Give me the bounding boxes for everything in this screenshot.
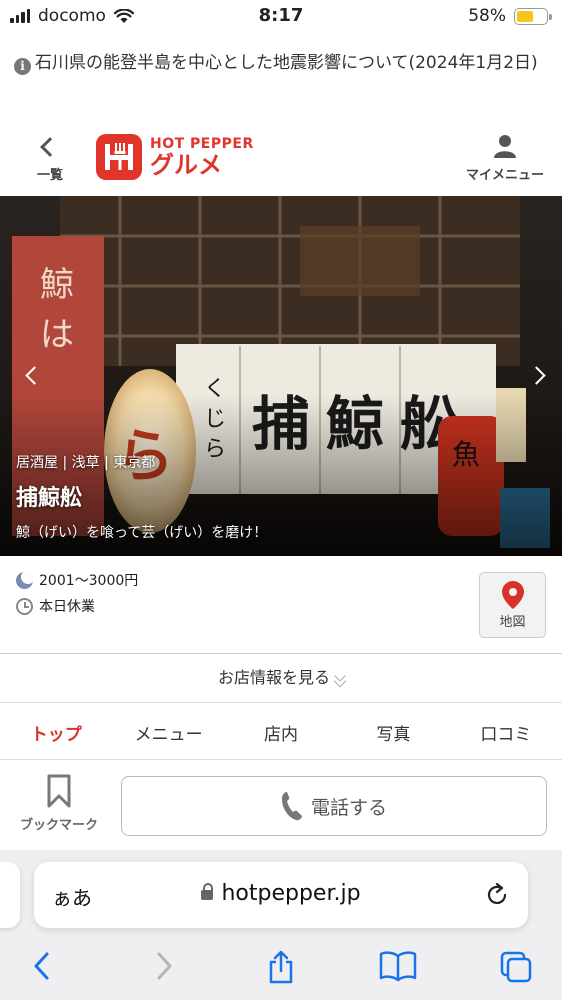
status-right: 58%: [468, 6, 552, 26]
chevron-right-icon: [157, 952, 172, 980]
lock-icon: [201, 883, 214, 900]
shop-category: 居酒屋 | 浅草 | 東京都: [16, 455, 156, 471]
browser-forward-button[interactable]: [144, 946, 184, 986]
double-chevron-down-icon: [334, 670, 346, 682]
bookmarks-button[interactable]: [378, 946, 418, 986]
call-button[interactable]: 電話する: [121, 776, 547, 836]
share-icon: [269, 950, 293, 984]
tabs-icon: [500, 951, 532, 983]
shop-catchphrase: 鯨（げい）を喰って芸（げい）を磨け！: [16, 525, 268, 541]
bookmark-label: ブックマーク: [19, 818, 98, 833]
hero-carousel[interactable]: 鯨 は 捕 鯨 舩 く じ ら ら 魚 居酒屋 | 浅草 | 東京都 捕鯨舩 鯨…: [0, 196, 562, 556]
budget-text: 2001〜3000円: [39, 573, 139, 589]
chevron-left-icon: [40, 137, 60, 157]
map-label: 地図: [499, 615, 526, 630]
bookmark-button[interactable]: ブックマーク: [12, 774, 106, 833]
share-button[interactable]: [261, 946, 301, 986]
notice-text[interactable]: 石川県の能登半島を中心とした地震影響について(2024年1月2日): [35, 53, 538, 73]
tab-photos[interactable]: 写真: [337, 712, 449, 759]
shop-info-label: お店情報を見る: [217, 668, 330, 687]
shop-details: 2001〜3000円 本日休業 地図: [0, 556, 562, 654]
url-text: hotpepper.jp: [221, 881, 361, 906]
carousel-next-button[interactable]: [518, 354, 562, 398]
bookmark-icon: [47, 774, 71, 808]
shop-tabs: トップ メニュー 店内 写真 口コミ: [0, 712, 562, 760]
browser-toolbar: [0, 946, 562, 988]
logo-top-text: HOT PEPPER: [150, 136, 254, 152]
hours-text: 本日休業: [39, 599, 95, 615]
browser-chrome: ぁあ hotpepper.jp: [0, 850, 562, 1000]
hotpepper-logo[interactable]: HOT PEPPER グルメ: [96, 134, 254, 180]
map-button[interactable]: 地図: [479, 572, 546, 638]
reload-icon[interactable]: [484, 882, 510, 908]
battery-percent: 58%: [468, 6, 506, 26]
battery-icon: [514, 7, 552, 25]
chevron-right-icon: [527, 366, 546, 385]
info-icon: i: [14, 58, 31, 75]
hours-row: 本日休業: [16, 596, 95, 616]
back-to-list-button[interactable]: 一覧: [28, 132, 72, 183]
clock-icon: [16, 597, 33, 615]
url-display[interactable]: hotpepper.jp: [34, 881, 528, 906]
action-bar: ブックマーク 電話する: [0, 762, 562, 850]
map-pin-icon: [501, 581, 524, 609]
moon-icon: [16, 571, 33, 589]
open-book-icon: [379, 951, 417, 982]
my-menu-button[interactable]: マイメニュー: [464, 132, 546, 183]
address-bar[interactable]: ぁあ hotpepper.jp: [34, 862, 528, 928]
tab-interior[interactable]: 店内: [225, 712, 337, 759]
battery-fill: [517, 10, 534, 22]
logo-bottom-text: グルメ: [150, 151, 222, 179]
carousel-prev-button[interactable]: [12, 354, 56, 398]
tab-reviews[interactable]: 口コミ: [450, 712, 562, 759]
chevron-left-icon: [25, 366, 44, 385]
my-menu-label: マイメニュー: [465, 168, 544, 183]
earthquake-notice[interactable]: i 石川県の能登半島を中心とした地震影響について(2024年1月2日): [14, 50, 549, 77]
site-header: 一覧 HOT PEPPER グルメ マイメニュー: [0, 126, 562, 196]
tab-menu[interactable]: メニュー: [112, 712, 224, 759]
user-icon: [494, 135, 516, 158]
tabs-button[interactable]: [496, 946, 536, 986]
shop-name: 捕鯨舩: [16, 486, 83, 511]
logo-text: HOT PEPPER グルメ: [150, 136, 254, 178]
status-bar: docomo 8:17 58%: [0, 0, 562, 34]
browser-back-button[interactable]: [22, 946, 62, 986]
shop-info-toggle[interactable]: お店情報を見る: [0, 655, 562, 703]
phone-icon: [281, 792, 302, 821]
back-label: 一覧: [36, 168, 63, 183]
tab-top[interactable]: トップ: [0, 712, 112, 759]
budget-row: 2001〜3000円: [16, 570, 138, 590]
chevron-left-icon: [34, 952, 49, 980]
call-label: 電話する: [310, 796, 387, 819]
hero-info: 居酒屋 | 浅草 | 東京都 捕鯨舩 鯨（げい）を喰って芸（げい）を磨け！: [16, 452, 267, 542]
logo-mark-icon: [96, 134, 142, 180]
previous-tab-preview[interactable]: [0, 862, 20, 928]
